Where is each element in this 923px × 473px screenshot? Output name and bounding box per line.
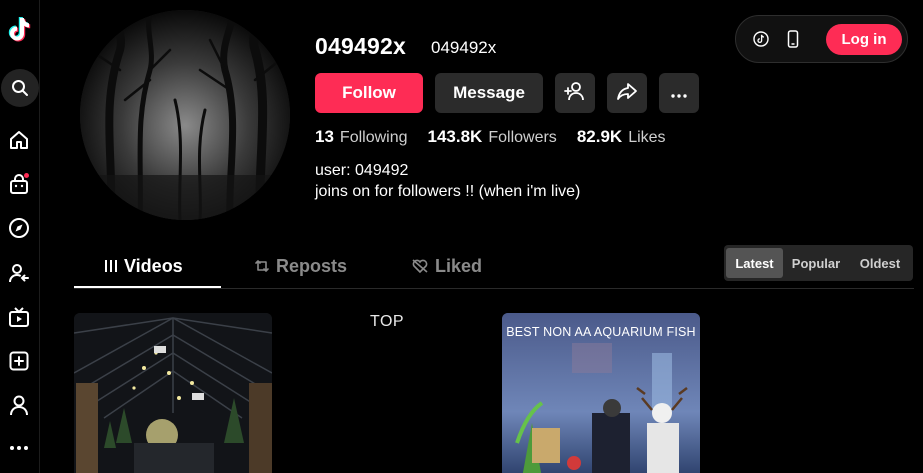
likes-label: Likes bbox=[628, 129, 666, 146]
search-icon[interactable] bbox=[1, 69, 39, 107]
followers-label: Followers bbox=[488, 129, 557, 146]
tab-liked[interactable]: Liked bbox=[411, 255, 482, 277]
tab-videos[interactable]: Videos bbox=[104, 255, 183, 277]
profile-icon[interactable] bbox=[4, 390, 34, 420]
more-button[interactable] bbox=[659, 73, 699, 113]
grid-icon bbox=[105, 260, 117, 272]
repost-icon bbox=[255, 260, 269, 272]
tiktok-small-icon[interactable] bbox=[752, 30, 770, 48]
sidebar bbox=[0, 0, 40, 473]
video-thumbnail bbox=[74, 313, 272, 473]
more-icon[interactable] bbox=[4, 433, 34, 463]
likes-stat: 82.9K Likes bbox=[577, 127, 666, 147]
video-card[interactable]: TOP bbox=[288, 313, 486, 473]
following-label: Following bbox=[339, 129, 408, 146]
shop-icon[interactable] bbox=[4, 169, 34, 199]
likes-count: 82.9K bbox=[576, 127, 623, 146]
tab-reposts-label: Reposts bbox=[276, 255, 348, 276]
heart-locked-icon bbox=[412, 259, 428, 274]
video-card[interactable] bbox=[74, 313, 272, 473]
share-button[interactable] bbox=[607, 73, 647, 113]
share-icon bbox=[616, 80, 638, 107]
following-count: 13 bbox=[315, 127, 334, 146]
upload-icon[interactable] bbox=[4, 346, 34, 376]
followers-count: 143.8K bbox=[427, 127, 483, 146]
video-card[interactable]: BEST NON AA AQUARIUM FISH bbox=[502, 313, 700, 473]
message-button[interactable]: Message bbox=[435, 73, 543, 113]
ellipsis-icon bbox=[671, 83, 687, 103]
followers-stat[interactable]: 143.8K Followers bbox=[428, 127, 557, 147]
sort-popular[interactable]: Popular bbox=[786, 248, 846, 278]
device-icon[interactable] bbox=[784, 30, 802, 48]
following-icon[interactable] bbox=[4, 258, 34, 288]
sort-latest[interactable]: Latest bbox=[726, 248, 783, 278]
login-button[interactable]: Log in bbox=[826, 24, 902, 55]
tab-liked-label: Liked bbox=[435, 255, 483, 276]
profile-stats: 13 Following 143.8K Followers 82.9K Like… bbox=[315, 127, 686, 147]
video-caption-overlay: TOP bbox=[370, 313, 405, 330]
sort-control: Latest Popular Oldest bbox=[724, 245, 913, 281]
add-friend-button[interactable] bbox=[555, 73, 595, 113]
explore-icon[interactable] bbox=[4, 213, 34, 243]
live-icon[interactable] bbox=[4, 302, 34, 332]
tab-reposts[interactable]: Reposts bbox=[254, 255, 347, 277]
profile-page: 049492x 049492x Follow Message 13 Follow… bbox=[0, 0, 923, 473]
nickname: 049492x bbox=[431, 38, 497, 57]
tiktok-logo-icon[interactable] bbox=[4, 14, 34, 44]
active-tab-underline bbox=[74, 286, 221, 288]
header-actions: Log in bbox=[735, 15, 908, 63]
sort-oldest[interactable]: Oldest bbox=[848, 248, 912, 278]
notification-dot bbox=[24, 173, 29, 178]
avatar bbox=[80, 10, 290, 220]
home-icon[interactable] bbox=[4, 125, 34, 155]
tab-videos-label: Videos bbox=[124, 255, 183, 276]
person-add-icon bbox=[564, 80, 586, 107]
follow-button[interactable]: Follow bbox=[315, 73, 423, 113]
video-caption-overlay: BEST NON AA AQUARIUM FISH bbox=[506, 325, 696, 339]
following-stat[interactable]: 13 Following bbox=[315, 127, 408, 147]
bio-line: user: 049492 bbox=[315, 162, 409, 179]
username: 049492x bbox=[315, 33, 406, 59]
bio-line: joins on for followers !! (when i'm live… bbox=[315, 183, 581, 200]
